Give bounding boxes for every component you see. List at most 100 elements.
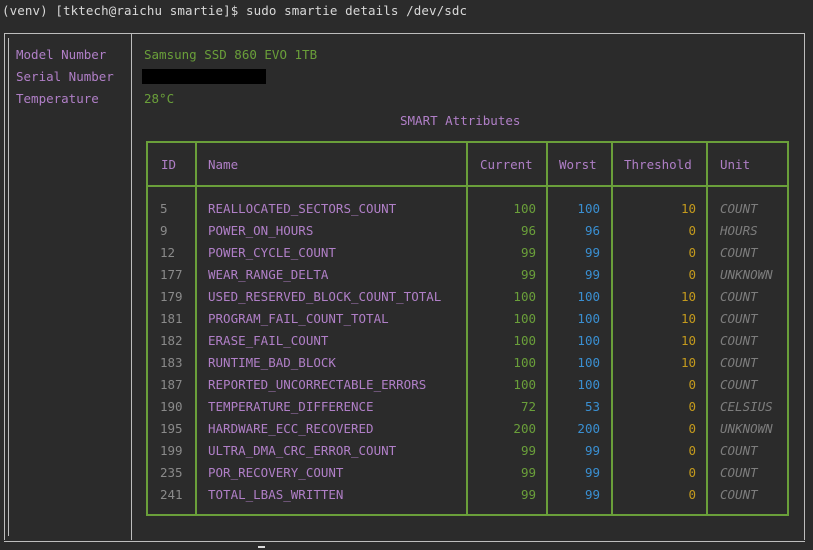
table-cell-threshold: 0 <box>688 399 696 414</box>
table-cell-current: 100 <box>513 201 536 216</box>
table-cell-id: 177 <box>160 267 183 282</box>
table-cell-name: REPORTED_UNCORRECTABLE_ERRORS <box>208 377 427 392</box>
temperature-label: Temperature <box>16 91 99 106</box>
table-cell-id: 12 <box>160 245 176 260</box>
col-divider-worst <box>611 141 613 516</box>
table-cell-unit: COUNT <box>720 311 758 326</box>
table-cell-current: 99 <box>520 267 536 282</box>
header-worst: Worst <box>559 157 597 172</box>
table-cell-unit: COUNT <box>720 355 758 370</box>
table-cell-worst: 100 <box>577 377 600 392</box>
table-cell-worst: 53 <box>584 399 600 414</box>
table-cell-worst: 99 <box>584 465 600 480</box>
terminal-prompt: (venv) [tktech@raichu smartie]$ sudo sma… <box>2 3 468 18</box>
header-unit: Unit <box>720 157 751 172</box>
table-cell-current: 99 <box>520 245 536 260</box>
box-left-border-inner <box>8 38 9 536</box>
table-cell-name: USED_RESERVED_BLOCK_COUNT_TOTAL <box>208 289 442 304</box>
table-cell-threshold: 10 <box>680 333 696 348</box>
table-cell-name: ERASE_FAIL_COUNT <box>208 333 329 348</box>
table-cell-name: POWER_ON_HOURS <box>208 223 314 238</box>
table-cell-id: 179 <box>160 289 183 304</box>
table-cell-threshold: 0 <box>688 223 696 238</box>
table-cell-id: 190 <box>160 399 183 414</box>
table-cell-worst: 99 <box>584 245 600 260</box>
serial-number-redacted <box>142 69 266 84</box>
table-cell-worst: 100 <box>577 201 600 216</box>
table-cell-name: ULTRA_DMA_CRC_ERROR_COUNT <box>208 443 397 458</box>
table-cell-worst: 100 <box>577 355 600 370</box>
table-cell-name: POR_RECOVERY_COUNT <box>208 465 344 480</box>
box-left-border <box>4 34 5 540</box>
table-cell-threshold: 0 <box>688 487 696 502</box>
table-cell-name: WEAR_RANGE_DELTA <box>208 267 329 282</box>
header-current: Current <box>480 157 533 172</box>
table-cell-current: 100 <box>513 377 536 392</box>
table-cell-name: HARDWARE_ECC_RECOVERED <box>208 421 374 436</box>
table-cell-id: 5 <box>160 201 168 216</box>
table-cell-id: 187 <box>160 377 183 392</box>
table-cell-current: 200 <box>513 421 536 436</box>
table-cell-current: 99 <box>520 465 536 480</box>
table-cell-name: POWER_CYCLE_COUNT <box>208 245 336 260</box>
table-cell-current: 100 <box>513 333 536 348</box>
header-separator <box>146 185 789 187</box>
table-cell-threshold: 0 <box>688 443 696 458</box>
table-cell-threshold: 10 <box>680 355 696 370</box>
table-cell-name: REALLOCATED_SECTORS_COUNT <box>208 201 397 216</box>
table-cell-id: 199 <box>160 443 183 458</box>
table-cell-id: 183 <box>160 355 183 370</box>
smart-attributes-title: SMART Attributes <box>400 113 521 128</box>
table-cell-name: TEMPERATURE_DIFFERENCE <box>208 399 374 414</box>
table-cell-threshold: 0 <box>688 245 696 260</box>
table-cell-unit: HOURS <box>720 223 758 238</box>
table-cell-current: 100 <box>513 311 536 326</box>
table-cell-unit: COUNT <box>720 487 758 502</box>
col-divider-name <box>466 141 468 516</box>
table-cell-unit: COUNT <box>720 201 758 216</box>
table-cell-current: 100 <box>513 289 536 304</box>
table-cell-unit: COUNT <box>720 465 758 480</box>
table-cell-threshold: 10 <box>680 289 696 304</box>
table-cell-threshold: 10 <box>680 201 696 216</box>
table-cell-current: 99 <box>520 487 536 502</box>
table-cell-id: 235 <box>160 465 183 480</box>
header-threshold: Threshold <box>624 157 692 172</box>
table-cell-threshold: 0 <box>688 267 696 282</box>
header-id: ID <box>161 157 177 172</box>
table-cell-unit: UNKNOWN <box>720 421 773 436</box>
serial-number-label: Serial Number <box>16 69 114 84</box>
table-cell-unit: COUNT <box>720 289 758 304</box>
table-cell-unit: COUNT <box>720 245 758 260</box>
table-cell-worst: 99 <box>584 267 600 282</box>
table-cell-id: 241 <box>160 487 183 502</box>
table-cell-current: 96 <box>520 223 536 238</box>
model-number-label: Model Number <box>16 47 107 62</box>
table-cell-worst: 200 <box>577 421 600 436</box>
table-cell-worst: 100 <box>577 311 600 326</box>
table-cell-worst: 100 <box>577 289 600 304</box>
temperature-value: 28°C <box>144 91 175 106</box>
table-cell-unit: COUNT <box>720 377 758 392</box>
table-cell-id: 181 <box>160 311 183 326</box>
label-divider <box>131 34 132 540</box>
table-cell-id: 195 <box>160 421 183 436</box>
table-cell-worst: 99 <box>584 443 600 458</box>
table-cell-unit: CELSIUS <box>720 399 773 414</box>
table-cell-unit: COUNT <box>720 443 758 458</box>
col-divider-threshold <box>706 141 708 516</box>
terminal-cursor <box>258 546 265 548</box>
col-divider-id <box>195 141 197 516</box>
col-divider-current <box>546 141 548 516</box>
table-cell-worst: 96 <box>584 223 600 238</box>
table-cell-name: PROGRAM_FAIL_COUNT_TOTAL <box>208 311 389 326</box>
table-cell-threshold: 0 <box>688 465 696 480</box>
table-cell-id: 9 <box>160 223 168 238</box>
table-cell-current: 72 <box>520 399 536 414</box>
table-cell-worst: 99 <box>584 487 600 502</box>
table-cell-name: TOTAL_LBAS_WRITTEN <box>208 487 344 502</box>
table-cell-threshold: 0 <box>688 421 696 436</box>
table-cell-name: RUNTIME_BAD_BLOCK <box>208 355 336 370</box>
box-right-border <box>804 34 805 540</box>
header-name: Name <box>208 157 239 172</box>
